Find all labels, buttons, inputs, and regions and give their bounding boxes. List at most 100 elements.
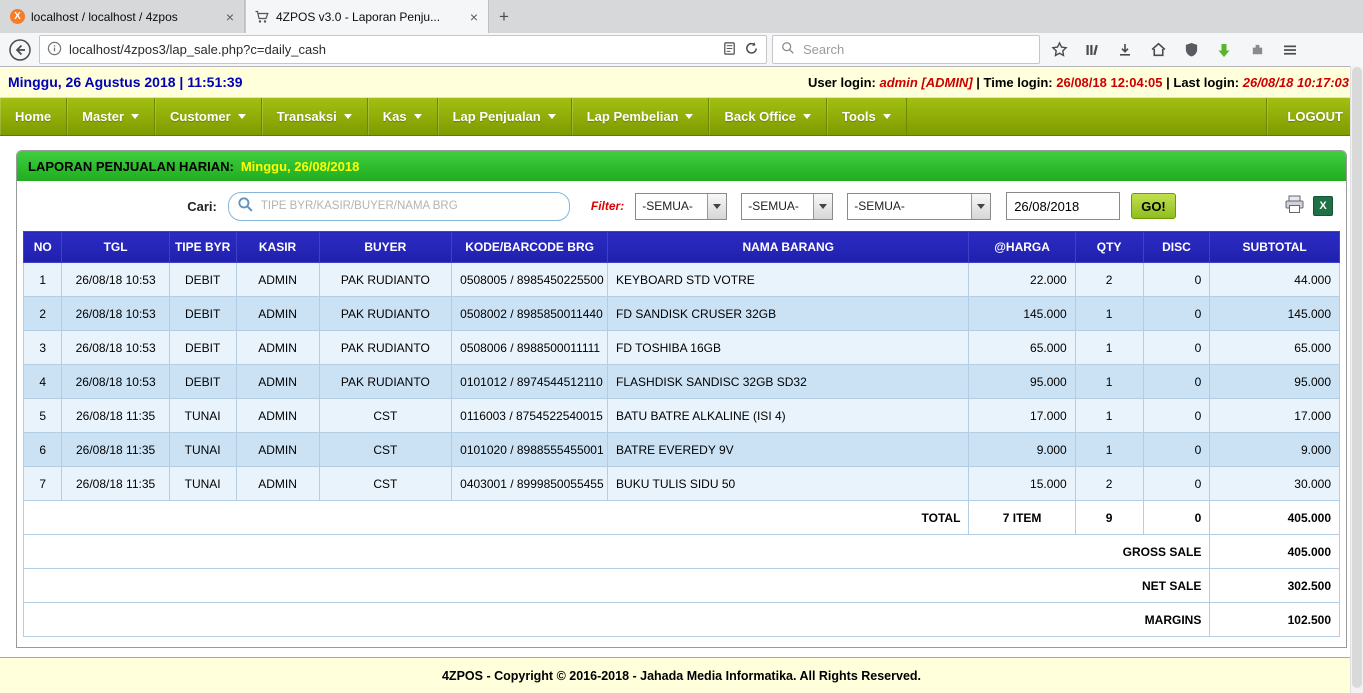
table-cell: DEBIT (168, 330, 237, 365)
table-cell: 0116003 / 8754522540015 (451, 398, 609, 433)
filter-select-2[interactable]: -SEMUA- (741, 192, 834, 220)
total-items-cell: 7 ITEM (968, 500, 1076, 535)
summary-value-cell: 102.500 (1209, 602, 1340, 637)
filter-select-1[interactable]: -SEMUA- (635, 192, 728, 220)
chevron-down-icon (813, 193, 833, 219)
table-cell: 0101012 / 8974544512110 (451, 364, 609, 399)
menu-item-tools[interactable]: Tools (827, 98, 907, 135)
logout-button[interactable]: LOGOUT (1266, 98, 1363, 135)
report-title-bar: LAPORAN PENJUALAN HARIAN: Minggu, 26/08/… (17, 151, 1346, 181)
shield-icon[interactable] (1177, 36, 1205, 64)
user-login-label: User login: (807, 74, 876, 90)
table-cell: 0 (1142, 262, 1211, 297)
table-cell: ADMIN (235, 364, 320, 399)
table-cell: 7 (22, 466, 63, 501)
column-header: TIPE BYR (168, 231, 237, 263)
table-cell: 2 (1074, 262, 1144, 297)
table-cell: 26/08/18 10:53 (61, 364, 170, 399)
reload-icon[interactable] (744, 41, 759, 59)
home-icon[interactable] (1144, 36, 1172, 64)
back-icon[interactable] (6, 36, 34, 64)
info-icon[interactable] (47, 41, 62, 59)
print-icon[interactable] (1284, 195, 1305, 217)
tab-title: localhost / localhost / 4zpos (31, 9, 178, 24)
page-scrollbar[interactable] (1350, 66, 1363, 693)
browser-tab-4zpos[interactable]: 4ZPOS v3.0 - Laporan Penju... × (245, 0, 489, 33)
chevron-down-icon (971, 193, 991, 219)
report-search-field[interactable] (227, 191, 570, 221)
chevron-down-icon (413, 114, 422, 119)
table-cell: 5 (22, 398, 63, 433)
menu-icon[interactable] (1276, 36, 1304, 64)
menu-item-label: Home (15, 109, 52, 124)
summary-label-cell: MARGINS (22, 602, 1211, 637)
star-icon[interactable] (1045, 36, 1073, 64)
menu-item-lap-penjualan[interactable]: Lap Penjualan (438, 98, 572, 135)
green-download-icon[interactable] (1210, 36, 1238, 64)
scrollbar-thumb[interactable] (1352, 67, 1362, 688)
table-cell: BATU BATRE ALKALINE (ISI 4) (607, 398, 970, 433)
tab-close-icon[interactable]: × (468, 9, 480, 25)
table-row: 3 26/08/18 10:53 DEBIT ADMIN PAK RUDIANTO 050… (22, 330, 1340, 365)
chevron-down-icon (707, 193, 727, 219)
menu-item-customer[interactable]: Customer (155, 98, 262, 135)
reader-view-icon[interactable] (722, 41, 737, 59)
table-cell: 0508002 / 8985850011440 (451, 296, 609, 331)
report-search-input[interactable] (258, 199, 559, 213)
url-text[interactable]: localhost/4zpos3/lap_sale.php?c=daily_ca… (69, 42, 715, 57)
status-bar: Minggu, 26 Agustus 2018 | 11:51:39 User … (0, 67, 1363, 98)
table-cell: 0 (1142, 398, 1211, 433)
new-tab-button[interactable]: + (489, 0, 519, 33)
time-login-value: 26/08/18 12:04:05 (1056, 74, 1163, 90)
url-bar[interactable]: localhost/4zpos3/lap_sale.php?c=daily_ca… (39, 35, 767, 64)
menu-item-back-office[interactable]: Back Office (709, 98, 828, 135)
logout-label: LOGOUT (1287, 109, 1343, 124)
menu-item-lap-pembelian[interactable]: Lap Pembelian (572, 98, 710, 135)
menu-item-home[interactable]: Home (0, 98, 68, 135)
table-cell: FD TOSHIBA 16GB (607, 330, 970, 365)
go-button[interactable]: GO! (1131, 193, 1176, 219)
table-cell: 65.000 (968, 330, 1076, 365)
table-row: 4 26/08/18 10:53 DEBIT ADMIN PAK RUDIANTO 010… (22, 364, 1340, 399)
cart-favicon (254, 9, 270, 25)
table-cell: FD SANDISK CRUSER 32GB (607, 296, 970, 331)
table-cell: ADMIN (235, 262, 320, 297)
summary-value-cell: 302.500 (1209, 568, 1340, 603)
table-cell: 44.000 (1209, 262, 1340, 297)
search-label: Cari: (187, 198, 217, 214)
filter-toolbar: Cari: Filter: -SEMUA- -SEMUA- -SEMUA- GO! (17, 181, 1346, 231)
column-header: @HARGA (968, 231, 1076, 263)
tab-close-icon[interactable]: × (224, 9, 236, 25)
table-cell: PAK RUDIANTO (318, 296, 453, 331)
extension-icon[interactable] (1243, 36, 1271, 64)
current-datetime: Minggu, 26 Agustus 2018 | 11:51:39 (8, 74, 243, 90)
browser-search-input[interactable] (801, 41, 1031, 58)
date-input[interactable] (1006, 192, 1121, 220)
browser-tab-localhost[interactable]: X localhost / localhost / 4zpos × (2, 0, 245, 33)
login-info: User login: admin [ADMIN] | Time login: … (808, 75, 1349, 90)
filter-select-3[interactable]: -SEMUA- (847, 192, 992, 220)
table-cell: 22.000 (968, 262, 1076, 297)
downloads-icon[interactable] (1111, 36, 1139, 64)
summary-label-cell: NET SALE (22, 568, 1211, 603)
select-value: -SEMUA- (748, 199, 799, 213)
summary-row: MARGINS 102.500 (22, 602, 1340, 637)
column-header: QTY (1074, 231, 1144, 263)
main-menu-bar: Home Master Customer Transaksi Kas Lap Penjua… (0, 98, 1363, 136)
menu-item-master[interactable]: Master (67, 98, 156, 135)
table-cell: 26/08/18 11:35 (61, 398, 170, 433)
excel-export-icon[interactable]: X (1313, 196, 1333, 216)
library-icon[interactable] (1078, 36, 1106, 64)
table-cell: 1 (1074, 330, 1144, 365)
table-cell: 2 (22, 296, 63, 331)
table-cell: 0 (1142, 364, 1211, 399)
table-cell: 0508006 / 8988500011111 (451, 330, 609, 365)
table-cell: 95.000 (968, 364, 1076, 399)
menu-item-kas[interactable]: Kas (368, 98, 438, 135)
browser-search-bar[interactable] (772, 35, 1040, 64)
chevron-down-icon (803, 114, 812, 119)
total-subtotal-cell: 405.000 (1209, 500, 1340, 535)
navigation-toolbar: localhost/4zpos3/lap_sale.php?c=daily_ca… (0, 33, 1363, 67)
menu-item-transaksi[interactable]: Transaksi (262, 98, 368, 135)
filter-selects: -SEMUA- -SEMUA- -SEMUA- (635, 192, 992, 220)
